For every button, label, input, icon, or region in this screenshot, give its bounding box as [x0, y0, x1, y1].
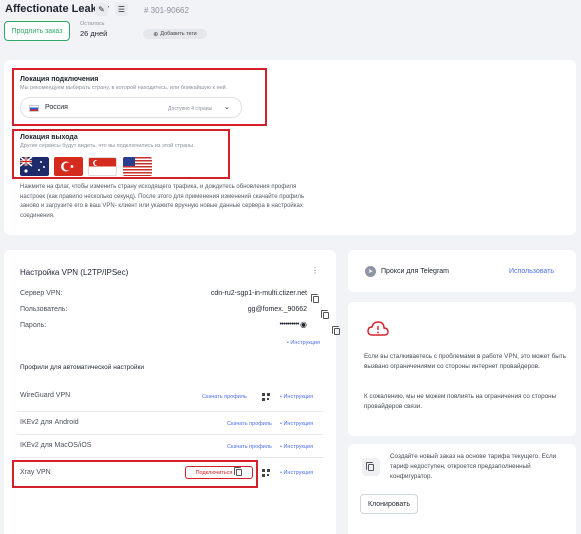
xray-instructions-link[interactable]: • Инструкция	[280, 470, 313, 476]
copy-password-icon[interactable]	[331, 326, 340, 335]
list-button[interactable]: ☰	[115, 3, 128, 16]
highlight-connection	[12, 68, 267, 126]
warning-text-1: Если вы сталкиваетесь с проблемами в раб…	[364, 353, 566, 370]
remaining-label: Осталось	[80, 21, 105, 27]
divider	[17, 411, 323, 412]
wireguard-instructions-link[interactable]: • Инструкция	[280, 394, 313, 400]
remaining-value: 26 дней	[80, 29, 108, 38]
password-label: Пароль:	[20, 322, 47, 329]
profile-ikev2-android-name: IKEv2 для Android	[20, 419, 79, 426]
eye-icon[interactable]: ◉	[300, 320, 307, 329]
download-wireguard-button[interactable]: Скачать профиль	[202, 394, 247, 400]
download-ikev2-android-button[interactable]: Скачать профиль	[227, 421, 272, 427]
user-value: gg@fomex._90662	[247, 306, 307, 313]
divider	[17, 457, 323, 458]
cloud-warning-icon	[367, 321, 389, 336]
clone-icon	[362, 458, 380, 476]
profiles-title: Профили для автоматической настройки	[20, 364, 145, 371]
profile-wireguard-name: WireGuard VPN	[20, 392, 71, 399]
copy-user-icon[interactable]	[321, 310, 330, 319]
plus-circle-icon: ⊕	[153, 31, 159, 38]
pencil-icon: ✎	[98, 5, 105, 14]
order-id: # 301-90662	[144, 6, 189, 15]
clone-button[interactable]: Клонировать	[360, 494, 418, 514]
divider	[17, 434, 323, 435]
highlight-exit	[12, 129, 230, 179]
telegram-icon: ➤	[365, 266, 376, 277]
more-icon[interactable]: ⋮	[311, 266, 319, 275]
highlight-xray	[12, 460, 258, 488]
vpn-title: Настройка VPN (L2TP/IPSec)	[20, 268, 129, 277]
qr-icon[interactable]	[262, 469, 270, 477]
server-label: Сервер VPN:	[20, 290, 63, 297]
ikev2-macos-instructions-link[interactable]: • Инструкция	[280, 444, 313, 450]
copy-server-icon[interactable]	[311, 294, 319, 303]
vpn-instructions-link[interactable]: • Инструкция	[287, 340, 320, 346]
ikev2-android-instructions-link[interactable]: • Инструкция	[280, 421, 313, 427]
telegram-label: Прокси для Telegram	[381, 268, 450, 275]
list-icon: ☰	[117, 5, 126, 14]
clone-text: Создайте новый заказ на основе тарифа те…	[390, 453, 557, 480]
extend-order-button[interactable]: Продлить заказ	[4, 21, 70, 41]
edit-button[interactable]: ✎	[95, 3, 108, 16]
user-label: Пользователь:	[20, 306, 68, 313]
page-title: Affectionate Leakey	[5, 3, 109, 15]
password-value: ••••••••••	[279, 321, 299, 328]
qr-icon[interactable]	[262, 393, 270, 401]
profile-ikev2-macos-name: IKEv2 для MacOS/iOS	[20, 442, 92, 449]
download-ikev2-macos-button[interactable]: Скачать профиль	[227, 444, 272, 450]
server-value: cdn-ru2-sgp1-in-multi.ctizer.net	[210, 290, 307, 297]
warning-text-2: К сожалению, мы не можем повлиять на огр…	[364, 393, 557, 410]
telegram-use-link[interactable]: Использовать	[509, 268, 554, 275]
exit-location-note: Нажмите на флаг, чтобы изменить страну и…	[20, 184, 305, 219]
add-tags-label: Добавить теги	[160, 31, 197, 37]
add-tags-button[interactable]: ⊕ Добавить теги	[143, 29, 207, 39]
